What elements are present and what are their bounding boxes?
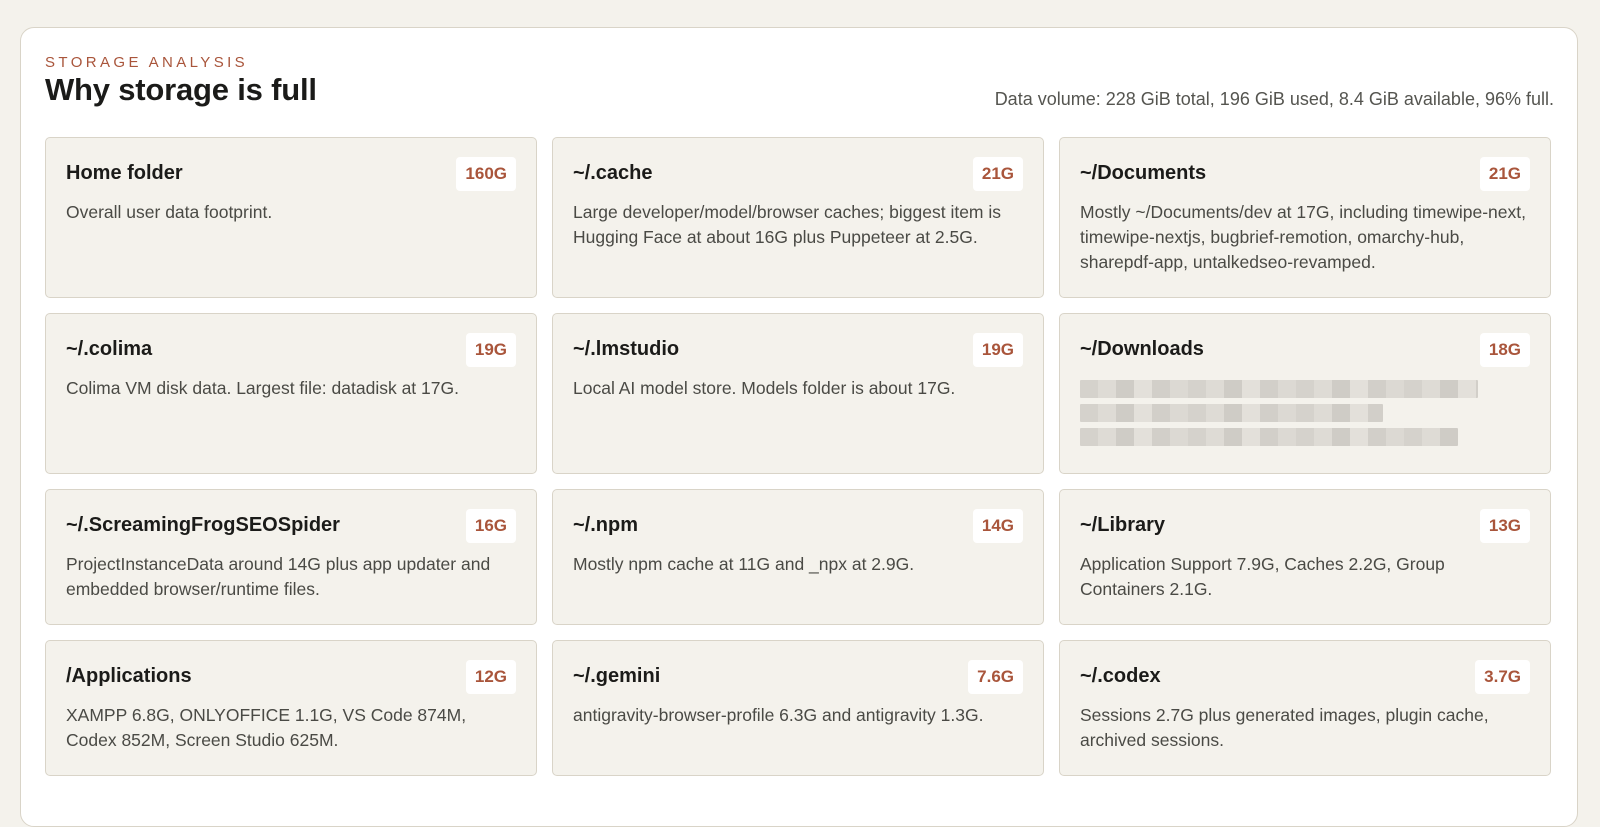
storage-card-colima: ~/.colima 19G Colima VM disk data. Large… [45,313,537,474]
storage-card-applications: /Applications 12G XAMPP 6.8G, ONLYOFFICE… [45,640,537,776]
card-title: ~/Library [1080,514,1166,536]
section-eyebrow: STORAGE ANALYSIS [45,54,249,71]
size-badge: 18G [1479,333,1530,367]
redacted-description [1080,380,1530,446]
card-description: Overall user data footprint. [66,202,273,222]
storage-card-documents: ~/Documents 21G Mostly ~/Documents/dev a… [1059,137,1551,298]
size-badge: 3.7G [1475,660,1530,694]
size-badge: 19G [972,333,1023,367]
storage-card-library: ~/Library 13G Application Support 7.9G, … [1059,489,1551,625]
card-title: /Applications [66,665,192,687]
card-description: ProjectInstanceData around 14G plus app … [66,554,491,599]
volume-summary: Data volume: 228 GiB total, 196 GiB used… [994,89,1554,109]
size-badge: 21G [972,157,1023,191]
card-title: ~/.cache [573,162,653,184]
size-badge: 160G [456,157,516,191]
card-description: Application Support 7.9G, Caches 2.2G, G… [1080,554,1445,599]
card-title: ~/.ScreamingFrogSEOSpider [66,514,340,536]
card-description: antigravity-browser-profile 6.3G and ant… [573,705,984,725]
size-badge: 14G [972,509,1023,543]
card-title: ~/.codex [1080,665,1161,687]
storage-card-downloads: ~/Downloads 18G [1059,313,1551,474]
card-title: ~/.colima [66,338,153,360]
storage-card-codex: ~/.codex 3.7G Sessions 2.7G plus generat… [1059,640,1551,776]
card-description: Colima VM disk data. Largest file: datad… [66,378,459,398]
storage-card-screamingfrog: ~/.ScreamingFrogSEOSpider 16G ProjectIns… [45,489,537,625]
size-badge: 12G [465,660,516,694]
size-badge: 7.6G [968,660,1023,694]
size-badge: 13G [1479,509,1530,543]
size-badge: 19G [465,333,516,367]
storage-card-home: Home folder 160G Overall user data footp… [45,137,537,298]
storage-card-grid: Home folder 160G Overall user data footp… [45,137,1552,776]
redacted-line [1080,404,1383,422]
card-description: Mostly npm cache at 11G and _npx at 2.9G… [573,554,915,574]
card-title: ~/.npm [573,514,639,536]
card-title: Home folder [66,162,183,184]
redacted-line [1080,380,1478,398]
card-description: Local AI model store. Models folder is a… [573,378,956,398]
card-title: ~/.gemini [573,665,661,687]
card-title: ~/Downloads [1080,338,1204,360]
storage-card-lmstudio: ~/.lmstudio 19G Local AI model store. Mo… [552,313,1044,474]
redacted-line [1080,428,1458,446]
card-description: XAMPP 6.8G, ONLYOFFICE 1.1G, VS Code 874… [66,705,467,750]
card-title: ~/.lmstudio [573,338,680,360]
card-description: Sessions 2.7G plus generated images, plu… [1080,705,1489,750]
card-title: ~/Documents [1080,162,1207,184]
storage-card-gemini: ~/.gemini 7.6G antigravity-browser-profi… [552,640,1044,776]
page-title: Why storage is full [45,72,317,107]
size-badge: 16G [465,509,516,543]
size-badge: 21G [1479,157,1530,191]
storage-card-cache: ~/.cache 21G Large developer/model/brows… [552,137,1044,298]
card-description: Large developer/model/browser caches; bi… [573,202,1001,247]
storage-card-npm: ~/.npm 14G Mostly npm cache at 11G and _… [552,489,1044,625]
card-description: Mostly ~/Documents/dev at 17G, including… [1080,202,1526,272]
